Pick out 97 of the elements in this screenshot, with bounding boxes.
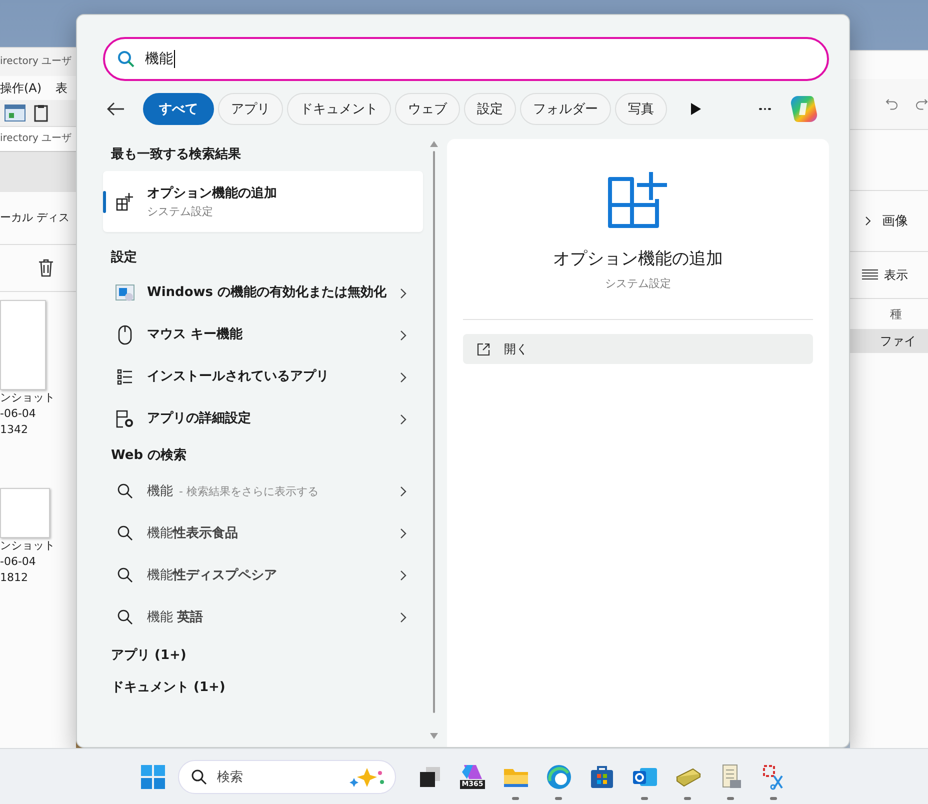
copilot-logo-icon[interactable] (788, 94, 818, 124)
file-thumbnail[interactable] (0, 488, 50, 538)
chevron-right-icon (400, 414, 407, 424)
file-name: ンショット (0, 538, 56, 554)
calendar-icon[interactable] (4, 104, 26, 122)
web-result[interactable]: 機能 英語 (103, 596, 423, 638)
list-icon (115, 369, 135, 385)
result-label: 機能 英語 (147, 609, 204, 626)
window-panel-icon (115, 283, 135, 303)
windows-start-icon[interactable] (140, 764, 166, 790)
chevron-right-icon (400, 330, 407, 340)
lines-icon (862, 269, 878, 281)
section-heading: Web の検索 (110, 446, 188, 465)
running-indicator (770, 796, 777, 800)
back-arrow-icon[interactable] (107, 102, 125, 116)
app-gear-icon (115, 410, 135, 428)
section-heading: 設定 (110, 248, 138, 267)
breadcrumb-item[interactable]: 画像 (882, 212, 908, 230)
preview-subtitle: システム設定 (605, 276, 671, 291)
settings-result[interactable]: マウス キー機能 (103, 314, 423, 356)
edge-browser-icon[interactable] (546, 764, 572, 790)
play-icon[interactable] (691, 103, 701, 115)
filter-tab[interactable]: アプリ (218, 93, 283, 125)
file-name: 1812 (0, 570, 29, 586)
chevron-right-icon (400, 612, 407, 622)
menu-item[interactable]: 表 (56, 80, 68, 96)
chevron-right-icon (400, 288, 407, 298)
result-subtitle: システム設定 (147, 204, 214, 219)
address-bar: irectory ユーザ (0, 127, 76, 152)
scanner-icon[interactable] (674, 766, 700, 786)
filter-tab[interactable]: 写真 (615, 93, 667, 125)
taskbar-search-field[interactable]: 検索 (178, 760, 396, 794)
file-thumbnail[interactable] (0, 300, 46, 390)
chevron-right-icon (400, 372, 407, 382)
web-result[interactable]: 機能性表示食品 (103, 512, 423, 554)
column-header[interactable]: 種 (850, 299, 928, 329)
search-icon (117, 50, 135, 68)
window-title: irectory ユーザ (0, 48, 76, 76)
document-scroll-icon[interactable] (720, 764, 742, 790)
result-label: アプリの詳細設定 (147, 410, 252, 428)
filter-tab[interactable]: ウェブ (395, 93, 460, 125)
result-label: インストールされているアプリ (147, 368, 330, 386)
preview-title: オプション機能の追加 (553, 248, 723, 270)
settings-result[interactable]: アプリの詳細設定 (103, 398, 423, 440)
filter-tab[interactable]: 設定 (464, 93, 516, 125)
filter-tab[interactable]: すべて (143, 93, 214, 125)
trash-icon[interactable] (38, 259, 54, 277)
task-view-icon[interactable] (418, 764, 442, 788)
search-icon (115, 609, 135, 625)
search-field[interactable]: 機能 (103, 37, 829, 81)
best-match-result[interactable]: オプション機能の追加 システム設定 (103, 171, 423, 232)
sparkle-icon (349, 766, 387, 786)
running-indicator (555, 796, 562, 800)
section-heading: 最も一致する検索結果 (110, 146, 242, 164)
scroll-up-icon[interactable] (430, 141, 438, 147)
file-name: -06-04 (0, 554, 37, 570)
file-name: 1342 (0, 422, 29, 438)
chevron-right-icon (400, 528, 407, 538)
more-options-icon[interactable] (759, 107, 770, 111)
section-heading[interactable]: ドキュメント (1+) (103, 674, 423, 702)
search-icon (115, 525, 135, 541)
filter-tab[interactable]: フォルダー (520, 93, 611, 125)
table-cell: ファイ (850, 329, 928, 353)
search-icon (115, 567, 135, 583)
running-indicator (641, 796, 648, 800)
running-indicator (684, 796, 691, 800)
menu-item[interactable]: 操作(A) (0, 80, 42, 96)
result-hint: - 検索結果をさらに表示する (179, 484, 320, 498)
scroll-down-icon[interactable] (430, 733, 438, 739)
settings-result[interactable]: インストールされているアプリ (103, 356, 423, 398)
section-heading[interactable]: アプリ (1+) (103, 642, 423, 670)
file-name: ンショット (0, 390, 56, 406)
web-result[interactable]: 機能性ディスプペシア (103, 554, 423, 596)
chevron-right-icon (400, 486, 407, 496)
add-grid-icon (115, 192, 135, 212)
clipboard-icon[interactable] (34, 104, 48, 122)
chevron-right-icon (864, 216, 872, 226)
external-link-icon (477, 342, 490, 356)
result-label: マウス キー機能 (147, 326, 244, 344)
search-icon (191, 768, 207, 784)
add-grid-icon (607, 169, 669, 231)
running-indicator (512, 796, 519, 800)
result-label: Windows の機能の有効化または無効化 (147, 284, 388, 302)
result-label: 機能 (147, 483, 173, 500)
filter-tab[interactable]: ドキュメント (287, 93, 391, 125)
result-label: 機能性表示食品 (147, 525, 238, 542)
file-name: -06-04 (0, 406, 37, 422)
store-bag-icon[interactable] (590, 764, 614, 788)
result-label: 機能性ディスプペシア (147, 566, 277, 584)
chevron-right-icon (400, 570, 407, 580)
running-indicator (727, 796, 734, 800)
search-icon (115, 483, 135, 499)
result-title: オプション機能の追加 (147, 184, 277, 202)
web-result[interactable]: 機能 - 検索結果をさらに表示する (103, 470, 423, 512)
open-button[interactable]: 開く (463, 334, 813, 364)
scissors-icon[interactable] (762, 764, 786, 790)
settings-result[interactable]: Windows の機能の有効化または無効化 (103, 272, 423, 314)
